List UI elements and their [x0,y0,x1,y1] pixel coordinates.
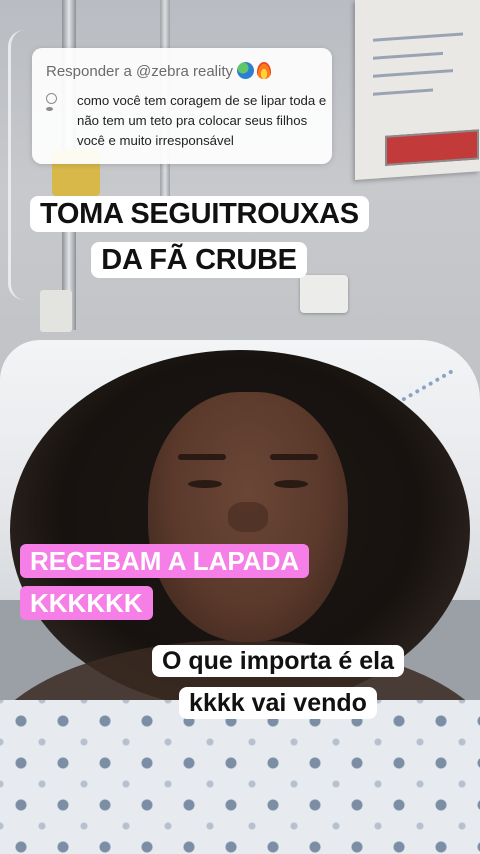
caption-middle-text: RECEBAM A LAPADA KKKKKK [20,544,310,620]
reply-comment-text: como você tem coragem de se lipar toda e… [77,93,327,148]
reply-header: Responder a @zebra reality [46,62,271,80]
fire-icon [257,62,271,79]
caption-top: TOMA SEGUITROUXAS DA FÃ CRUBE [30,191,369,283]
caption-bottom: O que importa é ela kkkk vai vendo [138,640,418,724]
globe-icon [237,62,254,79]
reply-header-label: Responder a @zebra reality [46,63,233,80]
wall-switch [40,290,72,332]
caption-middle: RECEBAM A LAPADA KKKKKK [20,540,320,624]
user-avatar-icon [46,93,57,111]
caption-bottom-text: O que importa é ela kkkk vai vendo [151,645,404,719]
wall-sign [355,0,480,180]
caption-top-text: TOMA SEGUITROUXAS DA FÃ CRUBE [30,196,369,278]
reply-comment-card[interactable]: Responder a @zebra reality como você tem… [32,48,332,164]
